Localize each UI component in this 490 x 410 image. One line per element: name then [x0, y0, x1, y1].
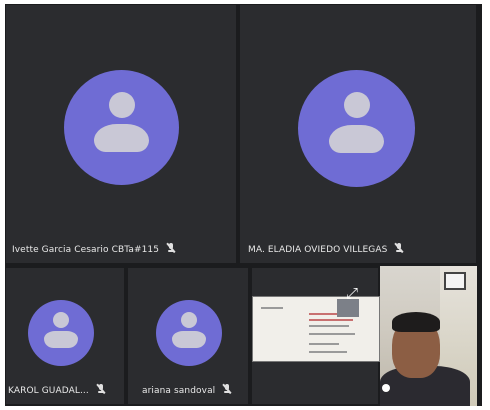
mic-off-icon [166, 242, 176, 254]
participant-name-tag: KAROL GUADAL... [8, 383, 106, 396]
expand-icon[interactable]: ⤢ [346, 286, 358, 301]
person-avatar-icon [156, 300, 222, 366]
participant-name: ariana sandoval [142, 386, 216, 396]
mic-off-icon [222, 383, 232, 395]
self-camera-view[interactable] [380, 266, 477, 406]
participant-name-tag: ariana sandoval [142, 383, 232, 396]
participant-name: Ivette Garcia Cesario CBTa#115 [12, 245, 160, 255]
person-avatar-icon [64, 70, 179, 185]
person-avatar-icon [298, 70, 415, 187]
participant-tile[interactable]: MA. ELADIA OVIEDO VILLEGAS [240, 5, 476, 263]
participant-tile[interactable]: KAROL GUADAL... [6, 268, 124, 404]
participant-name-tag: Ivette Garcia Cesario CBTa#115 [12, 242, 176, 255]
pin-frame-icon[interactable] [444, 272, 466, 290]
participant-name-tag: MA. ELADIA OVIEDO VILLEGAS [248, 242, 404, 255]
person-avatar-icon [28, 300, 94, 366]
mic-off-icon [96, 383, 106, 395]
participant-name: MA. ELADIA OVIEDO VILLEGAS [248, 245, 388, 255]
participant-name: KAROL GUADAL... [8, 386, 89, 396]
participant-tile[interactable]: ariana sandoval [128, 268, 248, 404]
meeting-window: Ivette Garcia Cesario CBTa#115 MA. ELADI… [0, 0, 490, 410]
shared-screen-thumbnail[interactable] [252, 296, 380, 362]
mic-off-icon [394, 242, 404, 254]
participant-tile[interactable]: Ivette Garcia Cesario CBTa#115 [6, 5, 236, 263]
